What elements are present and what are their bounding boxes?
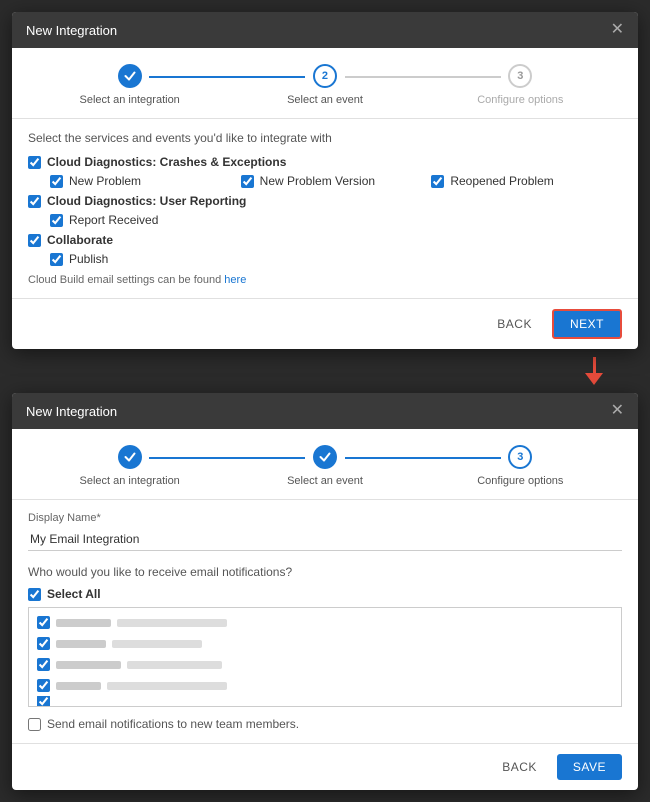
step-2-label: Select an event [287, 94, 363, 106]
cloud-info-link[interactable]: here [224, 274, 246, 286]
step-3: 3 Configure options [423, 64, 618, 106]
modal-2-save-button[interactable]: SAVE [557, 754, 622, 780]
event-reopened-problem: Reopened Problem [431, 174, 622, 188]
user-email-1 [117, 619, 227, 627]
new-member-row: Send email notifications to new team mem… [28, 717, 622, 731]
modal-1-body: Select the services and events you'd lik… [12, 119, 638, 298]
modal-1-back-button[interactable]: BACK [485, 311, 544, 337]
event-publish: Publish [50, 252, 622, 266]
m2-step-2-circle [313, 445, 337, 469]
user-checkbox-5[interactable] [37, 696, 50, 706]
modal-2-body: Display Name* Who would you like to rece… [12, 500, 638, 743]
category-3-label: Collaborate [28, 233, 622, 247]
user-list-item-partial [29, 696, 621, 706]
m2-step-3-label: Configure options [477, 475, 563, 487]
category-1-label: Cloud Diagnostics: Crashes & Exceptions [28, 155, 622, 169]
who-label: Who would you like to receive email noti… [28, 565, 622, 579]
step-1-label: Select an integration [80, 94, 180, 106]
event-report-received: Report Received [50, 213, 622, 227]
section-description: Select the services and events you'd lik… [28, 131, 622, 145]
modal-1-footer: BACK NEXT [12, 298, 638, 349]
modal-1-next-button[interactable]: NEXT [552, 309, 622, 339]
cloud-info: Cloud Build email settings can be found … [28, 274, 622, 286]
modal-1: New Integration ✕ Select an integration … [12, 12, 638, 349]
event-new-problem-version: New Problem Version [241, 174, 432, 188]
user-list-item [29, 633, 621, 654]
step-1: Select an integration [32, 64, 227, 106]
user-name-1 [56, 619, 111, 627]
category-2-label: Cloud Diagnostics: User Reporting [28, 194, 622, 208]
user-email-4 [107, 682, 227, 690]
step-1-circle [118, 64, 142, 88]
modal-2: New Integration ✕ Select an integration … [12, 393, 638, 790]
new-member-label: Send email notifications to new team mem… [47, 717, 299, 731]
display-name-input[interactable] [28, 528, 622, 551]
user-checkbox-3[interactable] [37, 658, 50, 671]
user-list-item [29, 654, 621, 675]
category-1-checkbox[interactable] [28, 156, 41, 169]
user-name-4 [56, 682, 101, 690]
report-received-checkbox[interactable] [50, 214, 63, 227]
display-name-label: Display Name* [28, 512, 622, 524]
category-2-checkbox[interactable] [28, 195, 41, 208]
m2-step-1: Select an integration [32, 445, 227, 487]
modal-2-stepper: Select an integration Select an event 3 … [12, 429, 638, 500]
user-list-item [29, 675, 621, 696]
step-3-label: Configure options [477, 94, 563, 106]
event-new-problem: New Problem [50, 174, 241, 188]
category-1-events: New Problem New Problem Version Reopened… [50, 174, 622, 188]
select-all-checkbox[interactable] [28, 588, 41, 601]
user-list-item [29, 612, 621, 633]
modal-2-footer: BACK SAVE [12, 743, 638, 790]
select-all-row: Select All [28, 587, 622, 601]
modal-2-close-button[interactable]: ✕ [611, 403, 624, 419]
user-checkbox-4[interactable] [37, 679, 50, 692]
user-email-2 [112, 640, 202, 648]
step-2: 2 Select an event [227, 64, 422, 106]
m2-step-1-label: Select an integration [80, 475, 180, 487]
category-3-checkbox[interactable] [28, 234, 41, 247]
new-problem-version-checkbox[interactable] [241, 175, 254, 188]
publish-checkbox[interactable] [50, 253, 63, 266]
m2-step-3: 3 Configure options [423, 445, 618, 487]
arrow-indicator [12, 357, 638, 385]
arrow-shaft [593, 357, 596, 373]
modal-1-header: New Integration ✕ [12, 12, 638, 48]
select-all-label: Select All [47, 587, 101, 601]
user-email-3 [127, 661, 222, 669]
user-name-3 [56, 661, 121, 669]
modal-2-header: New Integration ✕ [12, 393, 638, 429]
m2-step-2: Select an event [227, 445, 422, 487]
user-name-2 [56, 640, 106, 648]
user-checkbox-1[interactable] [37, 616, 50, 629]
arrow-head [585, 373, 603, 385]
modal-1-title: New Integration [26, 23, 117, 38]
user-list[interactable] [28, 607, 622, 707]
m2-step-1-circle [118, 445, 142, 469]
user-checkbox-2[interactable] [37, 637, 50, 650]
m2-step-2-label: Select an event [287, 475, 363, 487]
reopened-problem-checkbox[interactable] [431, 175, 444, 188]
modal-1-close-button[interactable]: ✕ [611, 22, 624, 38]
step-2-circle: 2 [313, 64, 337, 88]
modal-2-back-button[interactable]: BACK [490, 754, 549, 780]
m2-step-3-circle: 3 [508, 445, 532, 469]
step-3-circle: 3 [508, 64, 532, 88]
modal-1-stepper: Select an integration 2 Select an event … [12, 48, 638, 119]
new-member-checkbox[interactable] [28, 718, 41, 731]
new-problem-checkbox[interactable] [50, 175, 63, 188]
modal-2-title: New Integration [26, 404, 117, 419]
